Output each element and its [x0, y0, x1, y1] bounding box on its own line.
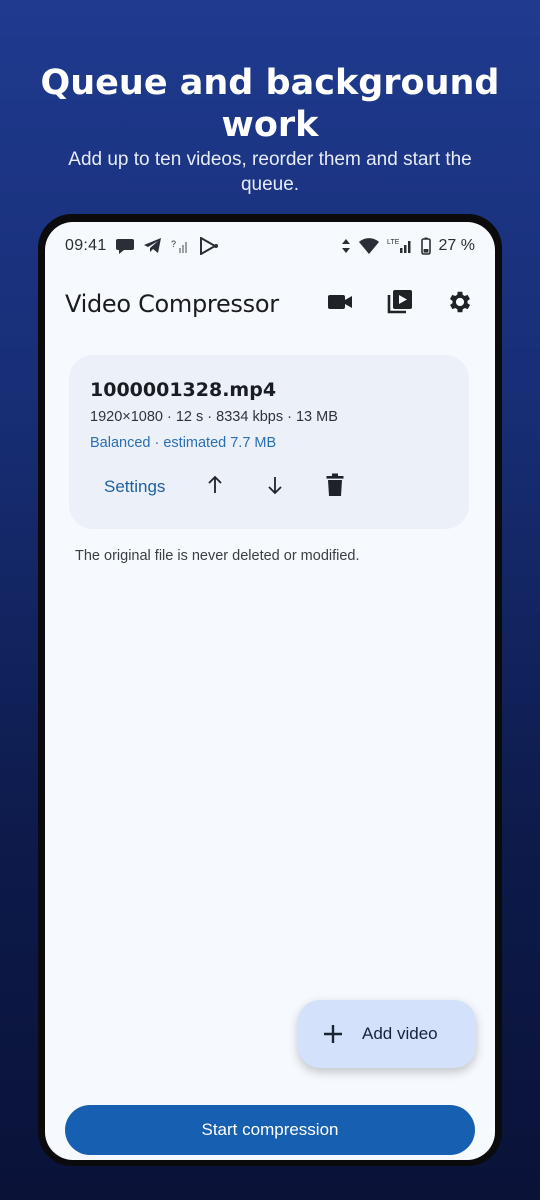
- arrow-down-icon: [266, 475, 284, 500]
- item-settings-button[interactable]: Settings: [90, 469, 179, 505]
- start-compression-button[interactable]: Start compression: [65, 1105, 475, 1155]
- telegram-icon: [143, 237, 163, 255]
- data-arrows-icon: [341, 237, 351, 255]
- chat-icon: [115, 237, 135, 255]
- battery-icon: [420, 237, 431, 255]
- arrow-up-icon: [206, 475, 224, 500]
- info-note: The original file is never deleted or mo…: [75, 548, 360, 564]
- no-signal-icon: ?: [171, 237, 191, 255]
- app-screen: 09:41 ? LTE 27 % Video Compressor 100000…: [45, 222, 495, 1160]
- video-library-icon: [386, 288, 414, 321]
- phone-frame: 09:41 ? LTE 27 % Video Compressor 100000…: [38, 214, 502, 1166]
- play-store-icon: [199, 236, 219, 256]
- video-filename: 1000001328.mp4: [90, 379, 277, 401]
- add-video-button[interactable]: Add video: [298, 1000, 476, 1068]
- move-down-button[interactable]: [255, 467, 295, 507]
- svg-text:LTE: LTE: [387, 239, 400, 246]
- add-video-label: Add video: [362, 1024, 438, 1043]
- settings-gear-icon: [446, 288, 474, 321]
- video-metadata: 1920×1080 · 12 s · 8334 kbps · 13 MB: [90, 409, 338, 425]
- battery-percent: 27 %: [438, 237, 475, 254]
- app-bar: Video Compressor: [45, 278, 495, 330]
- status-time: 09:41: [65, 237, 107, 254]
- lte-signal-icon: LTE: [387, 237, 413, 255]
- compression-estimate: Balanced · estimated 7.7 MB: [90, 435, 277, 451]
- record-video-button[interactable]: [320, 284, 360, 324]
- queue-item-actions: Settings: [90, 469, 355, 505]
- plus-icon: [320, 1021, 346, 1047]
- move-up-button[interactable]: [195, 467, 235, 507]
- settings-button[interactable]: [440, 284, 480, 324]
- status-bar: 09:41 ? LTE 27 %: [65, 234, 475, 258]
- wifi-icon: [358, 237, 379, 255]
- trash-icon: [326, 473, 344, 502]
- video-library-button[interactable]: [380, 284, 420, 324]
- queue-item-card: 1000001328.mp4 1920×1080 · 12 s · 8334 k…: [69, 355, 469, 529]
- svg-text:?: ?: [171, 239, 176, 249]
- promo-title: Queue and background work: [40, 63, 500, 145]
- promo-subtitle: Add up to ten videos, reorder them and s…: [68, 149, 472, 195]
- app-title: Video Compressor: [65, 290, 279, 318]
- delete-button[interactable]: [315, 467, 355, 507]
- record-video-icon: [327, 292, 353, 317]
